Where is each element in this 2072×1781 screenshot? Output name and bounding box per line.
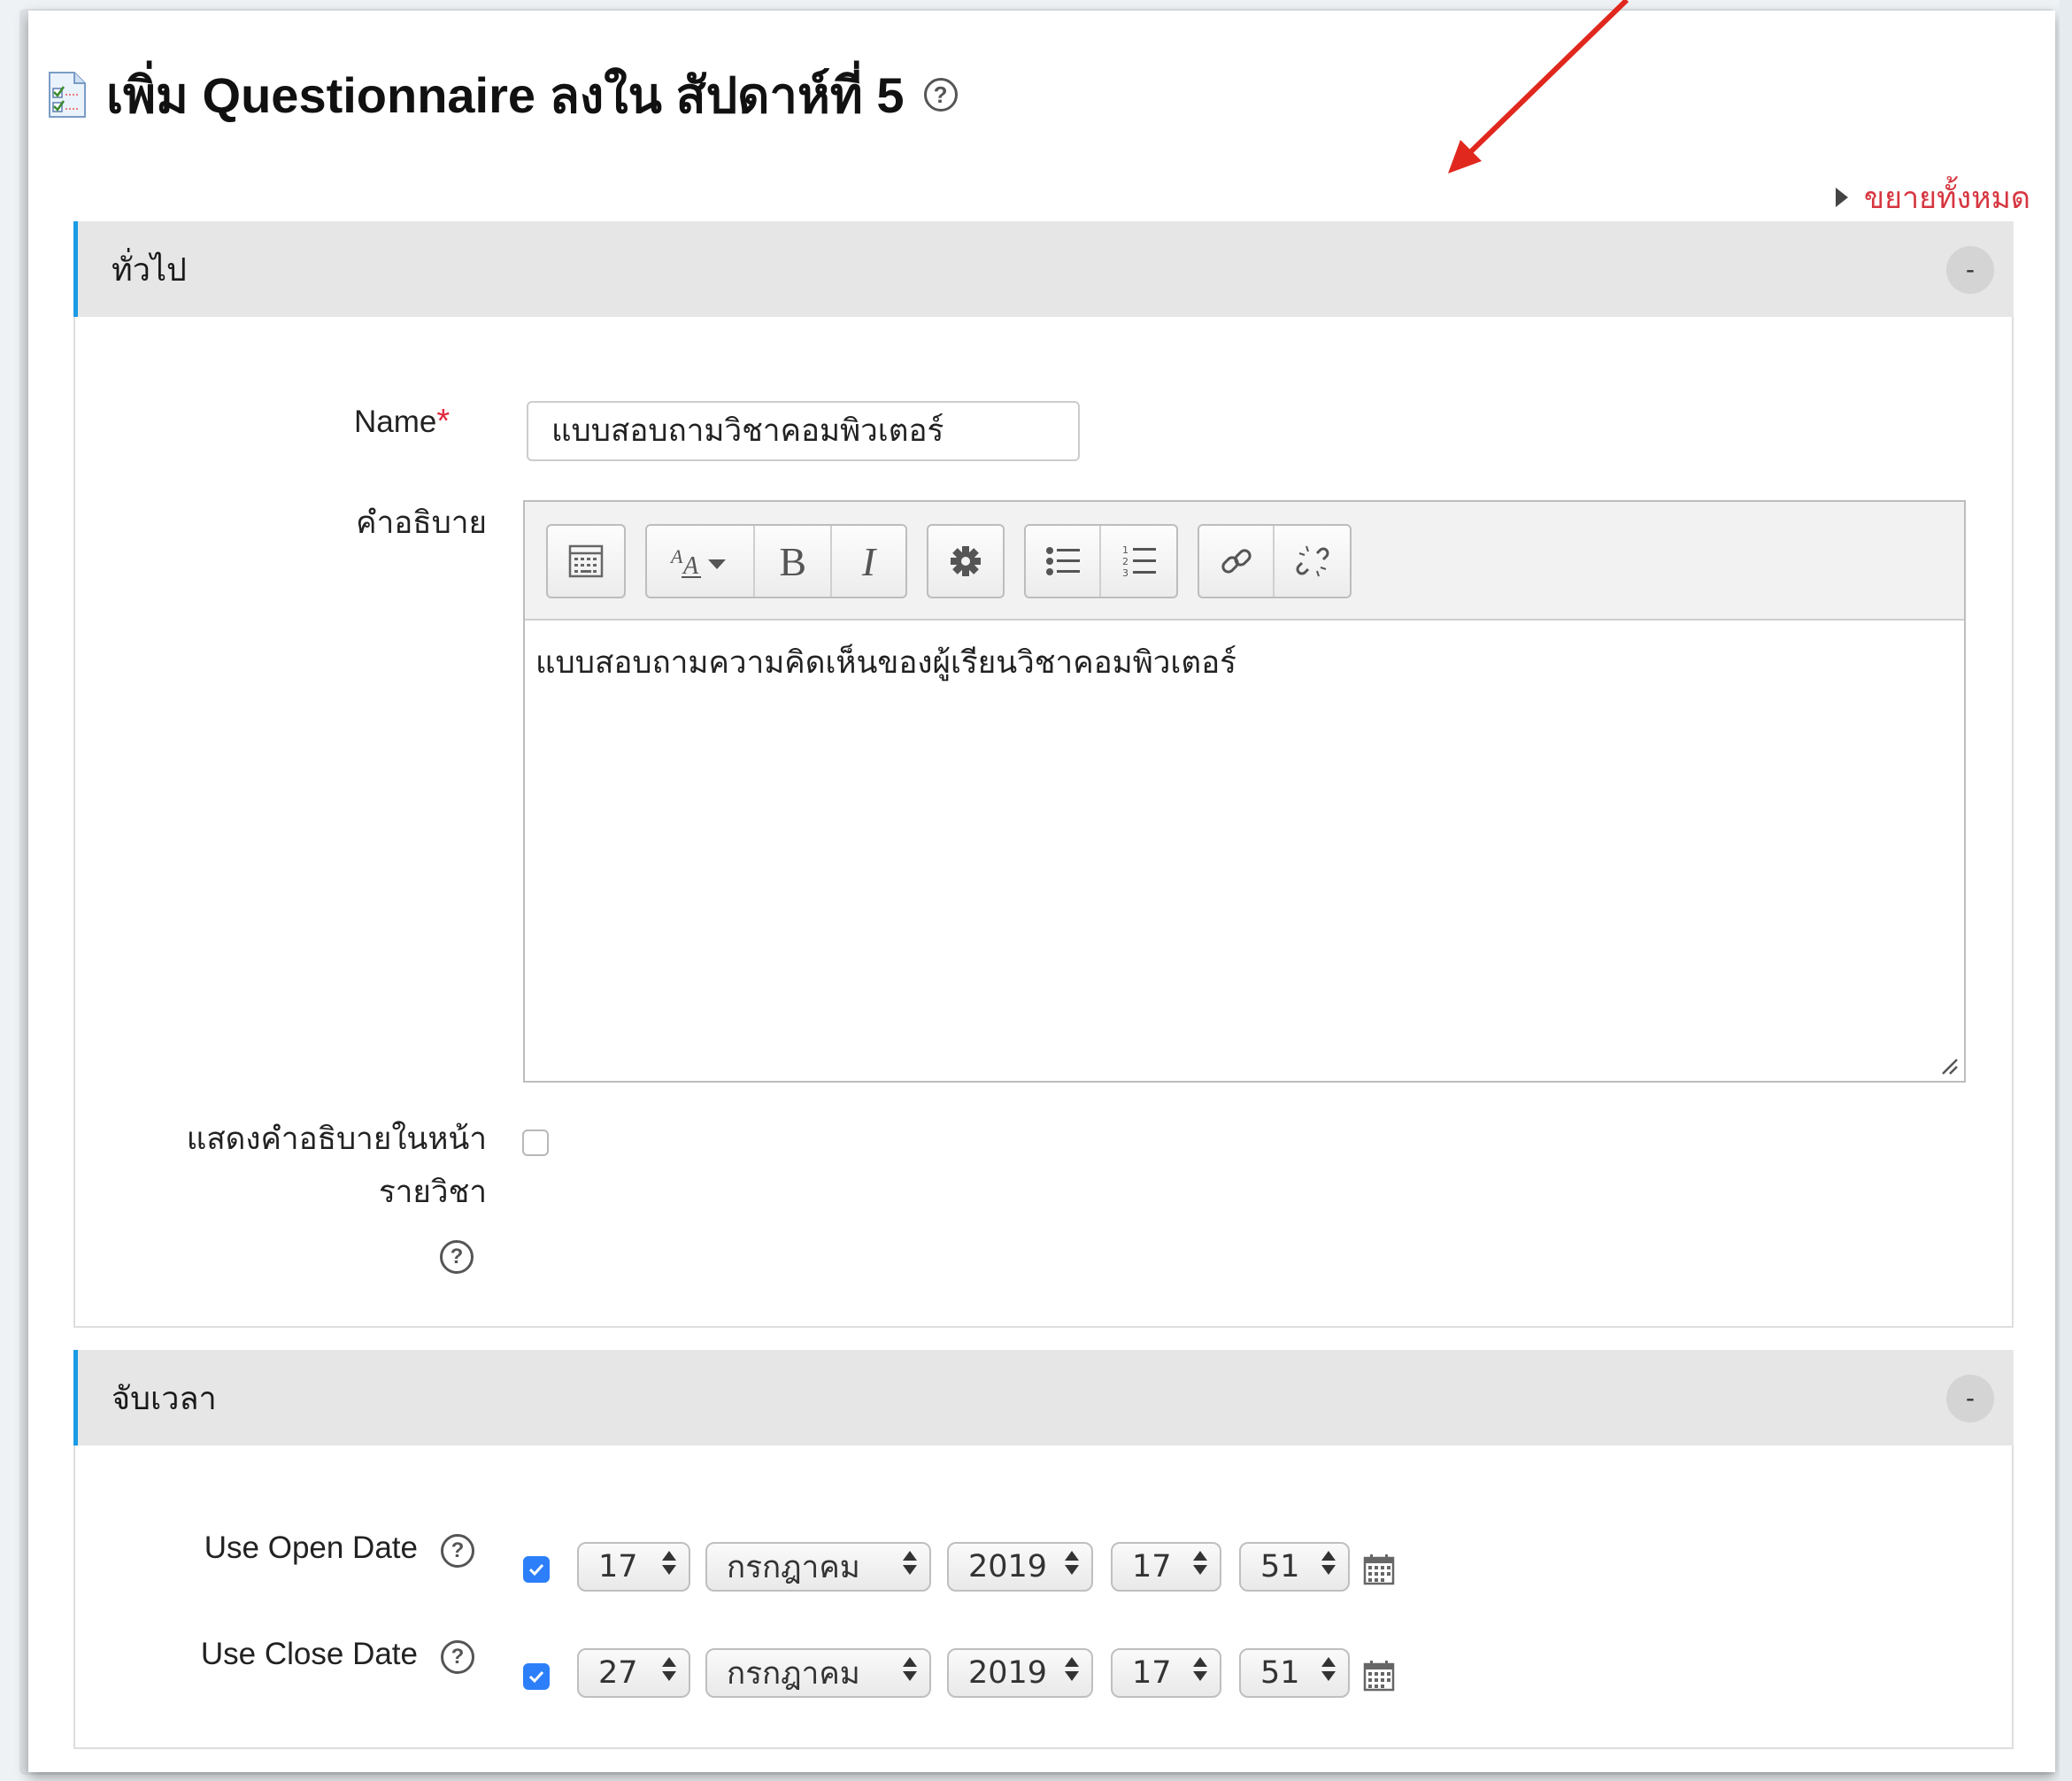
- toolbar-group-1: [546, 524, 626, 598]
- open-minute-select[interactable]: 51: [1239, 1542, 1350, 1592]
- text-style-icon[interactable]: AA: [647, 526, 756, 597]
- questionnaire-icon: [49, 72, 86, 118]
- show-description-help-icon[interactable]: ?: [440, 1240, 474, 1274]
- italic-icon[interactable]: I: [832, 526, 905, 597]
- svg-text:3: 3: [1122, 567, 1128, 579]
- open-date-label: Use Open Date: [204, 1530, 418, 1565]
- close-day-select[interactable]: 27: [577, 1648, 690, 1698]
- open-month-select[interactable]: กรกฎาคม: [705, 1542, 931, 1592]
- help-icon[interactable]: ?: [923, 78, 958, 112]
- bold-icon[interactable]: B: [755, 526, 833, 597]
- section-timing-header[interactable]: จับเวลา -: [73, 1350, 2014, 1446]
- description-editor[interactable]: AA B I 123 แบบสอบถามความคิดเห็นของผู้เรี…: [523, 500, 1966, 1083]
- bullet-list-icon[interactable]: [1026, 526, 1102, 597]
- link-icon[interactable]: [1199, 526, 1275, 597]
- show-description-checkbox[interactable]: [522, 1130, 549, 1156]
- toolbar-group-2: AA B I: [645, 524, 907, 598]
- settings-icon[interactable]: [928, 526, 1003, 597]
- close-date-checkbox[interactable]: [523, 1663, 550, 1690]
- close-date-help-icon[interactable]: ?: [441, 1640, 474, 1674]
- description-label: คำอธิบาย: [356, 505, 487, 540]
- page-title: เพิ่ม Questionnaire ลงใน สัปดาห์ที่ 5: [106, 66, 905, 123]
- window-edge: [2060, 0, 2072, 1781]
- show-more-icon[interactable]: [548, 526, 624, 597]
- close-day-value: 27: [598, 1655, 638, 1691]
- expand-all-label: ขยายทั้งหมด: [1863, 181, 2030, 215]
- open-month-value: กรกฎาคม: [727, 1549, 860, 1585]
- page-header: เพิ่ม Questionnaire ลงใน สัปดาห์ที่ 5 ?: [46, 64, 958, 126]
- expand-triangle-icon: [1835, 188, 1848, 207]
- close-year-value: 2019: [968, 1655, 1048, 1691]
- open-calendar-icon[interactable]: [1363, 1554, 1395, 1585]
- close-calendar-icon[interactable]: [1363, 1660, 1395, 1692]
- collapse-general-button[interactable]: -: [1946, 246, 1994, 294]
- name-label-text: Name: [354, 405, 437, 439]
- section-general-title: ทั่วไป: [112, 251, 187, 288]
- show-description-label-line1: แสดงคำอธิบายในหน้า: [186, 1122, 487, 1156]
- resize-grip-icon[interactable]: [1939, 1056, 1959, 1076]
- close-month-select[interactable]: กรกฎาคม: [705, 1648, 931, 1698]
- name-input[interactable]: แบบสอบถามวิชาคอมพิวเตอร์: [527, 401, 1080, 461]
- expand-all-link[interactable]: ขยายทั้งหมด: [1835, 173, 2030, 221]
- open-year-select[interactable]: 2019: [947, 1542, 1093, 1592]
- close-month-value: กรกฎาคม: [727, 1655, 860, 1692]
- section-timing-body: [73, 1446, 2014, 1749]
- check-icon: [528, 1670, 544, 1684]
- collapse-timing-button[interactable]: -: [1946, 1375, 1994, 1422]
- editor-toolbar: AA B I 123: [525, 502, 1964, 621]
- svg-text:A: A: [682, 552, 699, 580]
- close-hour-value: 17: [1132, 1655, 1172, 1691]
- description-text[interactable]: แบบสอบถามความคิดเห็นของผู้เรียนวิชาคอมพิ…: [525, 621, 1964, 705]
- toolbar-group-3: [927, 524, 1005, 598]
- open-hour-select[interactable]: 17: [1111, 1542, 1221, 1592]
- name-label: Name*: [354, 396, 450, 448]
- close-year-select[interactable]: 2019: [947, 1648, 1093, 1698]
- svg-text:2: 2: [1122, 556, 1128, 567]
- close-minute-value: 51: [1260, 1655, 1300, 1691]
- section-general-header[interactable]: ทั่วไป -: [73, 221, 2014, 317]
- open-day-select[interactable]: 17: [577, 1542, 690, 1592]
- open-day-value: 17: [598, 1549, 638, 1584]
- numbered-list-icon[interactable]: 123: [1101, 526, 1176, 597]
- open-minute-value: 51: [1260, 1549, 1300, 1584]
- svg-text:1: 1: [1122, 544, 1128, 556]
- show-description-label-line2: รายวิชา: [378, 1175, 487, 1209]
- section-timing-title: จับเวลา: [112, 1379, 217, 1416]
- toolbar-group-5: [1198, 524, 1352, 598]
- open-date-help-icon[interactable]: ?: [441, 1534, 474, 1568]
- close-hour-select[interactable]: 17: [1111, 1648, 1221, 1698]
- toolbar-group-4: 123: [1024, 524, 1178, 598]
- close-minute-select[interactable]: 51: [1239, 1648, 1350, 1698]
- required-icon: *: [436, 403, 451, 440]
- close-date-label: Use Close Date: [200, 1637, 418, 1671]
- svg-text:A: A: [669, 545, 683, 567]
- open-date-checkbox[interactable]: [523, 1556, 550, 1583]
- open-hour-value: 17: [1132, 1549, 1172, 1584]
- unlink-icon[interactable]: [1275, 526, 1350, 597]
- check-icon: [528, 1563, 544, 1577]
- open-year-value: 2019: [968, 1549, 1048, 1584]
